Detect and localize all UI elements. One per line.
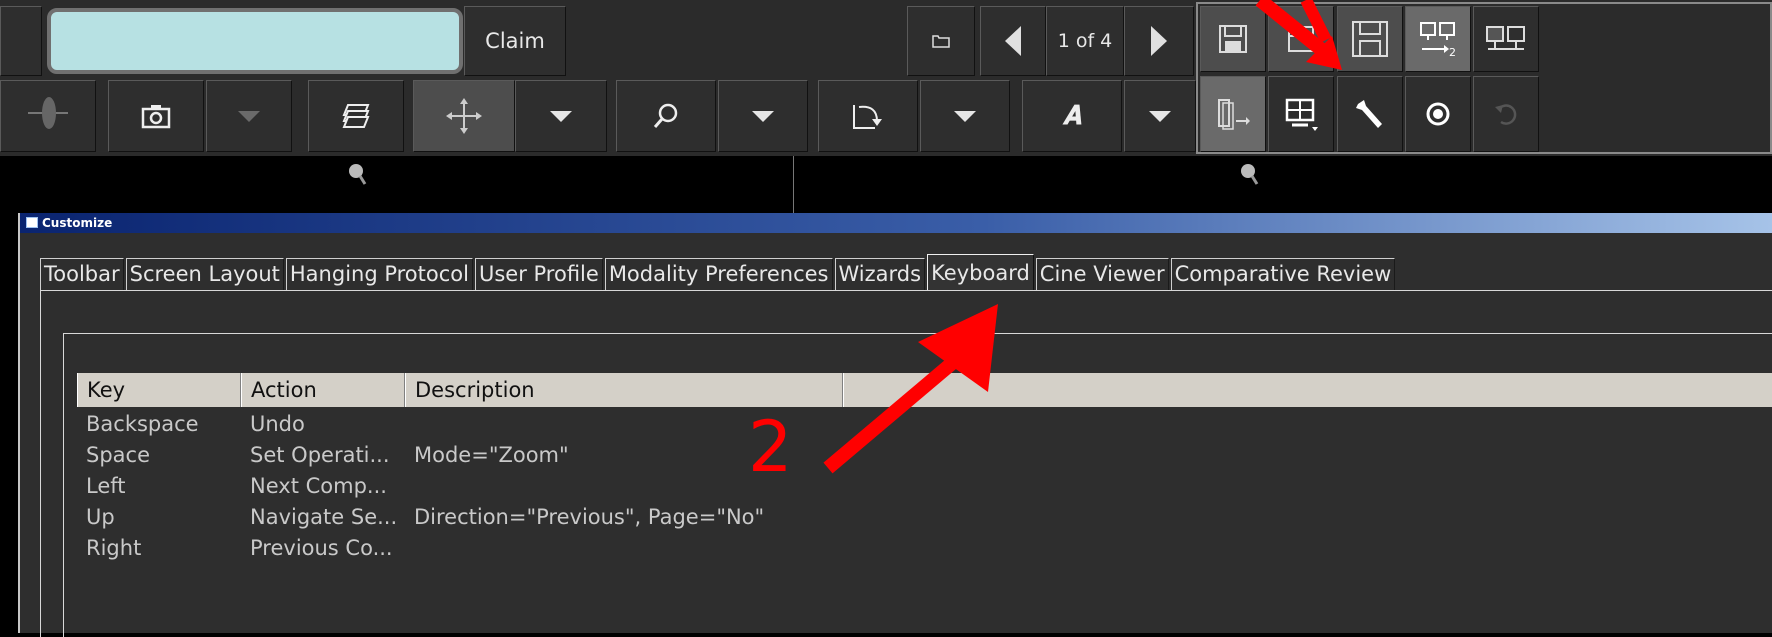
floppy-disk-icon-2 xyxy=(1350,19,1390,59)
screen-layout-button[interactable] xyxy=(1268,76,1334,152)
hanging-figure-button[interactable] xyxy=(0,80,96,152)
dialog-tabs: Toolbar Screen Layout Hanging Protocol U… xyxy=(40,254,1397,290)
tab-cine-viewer[interactable]: Cine Viewer xyxy=(1035,258,1169,290)
annotation-number: 2 xyxy=(748,406,793,488)
cell-description xyxy=(405,533,1005,564)
camera-icon xyxy=(141,103,171,129)
previous-page-button[interactable] xyxy=(980,6,1046,76)
page-indicator: 1 of 4 xyxy=(1046,6,1124,76)
customize-button[interactable] xyxy=(1337,76,1403,152)
pan-move-icon xyxy=(444,96,484,136)
dialog-titlebar[interactable]: Customize xyxy=(20,213,1772,233)
cell-key: Right xyxy=(86,536,142,560)
cell-action: Previous Co... xyxy=(250,536,393,560)
tab-modality-preferences[interactable]: Modality Preferences xyxy=(604,258,833,290)
column-header-description[interactable]: Description xyxy=(405,373,843,407)
table-row[interactable]: Right Previous Co... xyxy=(77,533,1772,564)
export-series-icon xyxy=(1216,97,1250,131)
viewport-divider xyxy=(793,156,794,214)
monitor-pair-button[interactable] xyxy=(1473,6,1539,72)
export-series-button[interactable] xyxy=(1200,76,1266,152)
rotate-icon xyxy=(851,101,885,131)
magnifier-icon xyxy=(652,102,680,130)
annotation-arrow-1-icon xyxy=(1255,0,1342,70)
dual-monitor-icon: 2 xyxy=(1418,20,1458,58)
column-header-action[interactable]: Action xyxy=(241,373,405,407)
cell-key: Space xyxy=(86,443,150,467)
zoom-dropdown[interactable] xyxy=(718,80,808,152)
cell-action: Set Operati... xyxy=(250,443,390,467)
chevron-down-icon xyxy=(1149,110,1171,122)
screen-layout-icon xyxy=(1284,97,1318,131)
tab-wizards[interactable]: Wizards xyxy=(834,258,926,290)
folder-button[interactable] xyxy=(907,6,975,76)
cell-action: Navigate Se... xyxy=(250,505,398,529)
stack-button[interactable] xyxy=(308,80,404,152)
cell-action: Undo xyxy=(250,412,305,436)
chevron-down-icon xyxy=(752,110,774,122)
dialog-title: Customize xyxy=(42,216,113,230)
zoom-button[interactable] xyxy=(616,80,716,152)
cell-description: Direction="Previous", Page="No" xyxy=(414,505,765,529)
tab-comparative-review[interactable]: Comparative Review xyxy=(1170,258,1396,290)
viewport-pin-icon xyxy=(347,162,369,192)
chevron-down-icon xyxy=(238,110,260,122)
column-header-key[interactable]: Key xyxy=(77,373,241,407)
tab-screen-layout[interactable]: Screen Layout xyxy=(125,258,284,290)
undo-icon xyxy=(1493,101,1519,127)
pan-button[interactable] xyxy=(413,80,515,152)
annotate-dropdown[interactable] xyxy=(1124,80,1196,152)
snapshot-button[interactable] xyxy=(108,80,204,152)
tab-user-profile[interactable]: User Profile xyxy=(474,258,603,290)
rotate-dropdown[interactable] xyxy=(920,80,1010,152)
person-figure-icon xyxy=(28,91,68,141)
left-edge-button[interactable] xyxy=(0,6,42,76)
chevron-down-icon xyxy=(954,110,976,122)
window-icon xyxy=(26,217,38,228)
svg-text:2: 2 xyxy=(1449,46,1456,58)
annotation-arrow-2-icon xyxy=(823,304,998,474)
folder-icon xyxy=(932,34,950,48)
tab-hanging-protocol[interactable]: Hanging Protocol xyxy=(285,258,473,290)
annotate-button[interactable]: 𝐀 xyxy=(1022,80,1122,152)
record-dot-icon xyxy=(1425,101,1451,127)
tab-keyboard[interactable]: Keyboard xyxy=(927,254,1034,290)
claim-name-field[interactable] xyxy=(47,8,463,74)
cell-key: Left xyxy=(86,474,126,498)
table-row[interactable]: Up Navigate Se... Direction="Previous", … xyxy=(77,502,1772,533)
claim-button-label: Claim xyxy=(485,29,545,53)
rotate-button[interactable] xyxy=(818,80,918,152)
record-button[interactable] xyxy=(1405,76,1471,152)
monitor-pair-icon xyxy=(1484,24,1528,54)
cell-key: Backspace xyxy=(86,412,199,436)
chevron-down-icon xyxy=(550,110,572,122)
left-triangle-icon xyxy=(1005,26,1021,56)
image-stack-icon xyxy=(340,101,372,131)
snapshot-dropdown[interactable] xyxy=(206,80,292,152)
page-indicator-text: 1 of 4 xyxy=(1057,30,1113,52)
undo-button[interactable] xyxy=(1473,76,1539,152)
wrench-icon xyxy=(1354,98,1386,130)
viewport-pin-icon-2 xyxy=(1239,162,1261,192)
cell-key: Up xyxy=(86,505,115,529)
claim-button[interactable]: Claim xyxy=(464,6,566,76)
tab-toolbar[interactable]: Toolbar xyxy=(40,258,124,290)
dual-monitor-button[interactable]: 2 xyxy=(1405,6,1471,72)
pan-dropdown[interactable] xyxy=(515,80,607,152)
right-triangle-icon xyxy=(1151,26,1167,56)
text-annotation-icon: 𝐀 xyxy=(1062,100,1082,131)
next-page-button[interactable] xyxy=(1124,6,1194,76)
cell-action: Next Comp... xyxy=(250,474,387,498)
